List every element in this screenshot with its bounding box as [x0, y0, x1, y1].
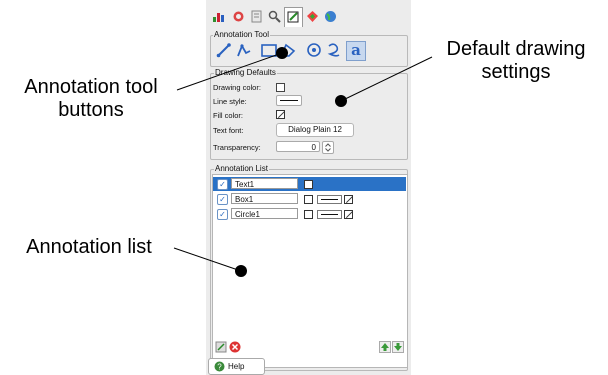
defaults-callout: Default drawing settings	[446, 38, 586, 83]
callout-marker	[235, 265, 247, 277]
tool-buttons-callout: Annotation tool buttons	[24, 76, 158, 121]
list-callout: Annotation list	[26, 236, 152, 258]
callout-marker	[335, 95, 347, 107]
callout-marker	[276, 47, 288, 59]
